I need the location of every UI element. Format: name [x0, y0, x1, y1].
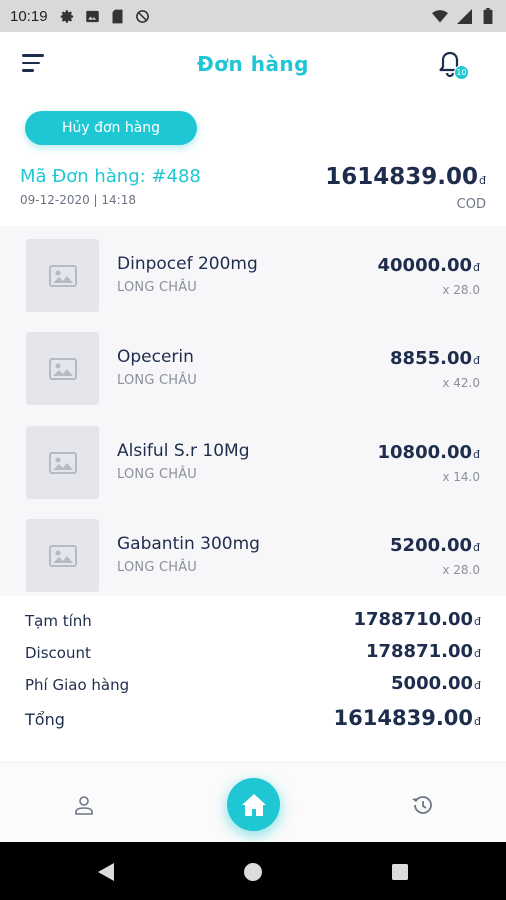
- notifications-button[interactable]: 10: [438, 50, 472, 84]
- order-total: 1614839.00đ: [325, 164, 486, 190]
- shipping-row: Phí Giao hàng 5000.00đ: [25, 670, 481, 702]
- nav-profile[interactable]: [64, 785, 104, 825]
- bottom-navigation: [0, 762, 506, 842]
- product-thumbnail: [26, 426, 99, 499]
- product-quantity: x 42.0: [442, 376, 480, 390]
- currency-symbol: đ: [479, 174, 486, 187]
- product-name: Dinpocef 200mg: [117, 254, 258, 274]
- image-placeholder-icon: [48, 264, 77, 287]
- product-brand: LONG CHÂU: [117, 373, 198, 388]
- battery-icon: [480, 8, 496, 24]
- product-price: 10800.00đ: [377, 442, 481, 463]
- product-thumbnail: [26, 519, 99, 592]
- signal-icon: [456, 8, 472, 24]
- image-placeholder-icon: [48, 357, 77, 380]
- payment-method: COD: [456, 197, 486, 212]
- product-name: Gabantin 300mg: [117, 534, 260, 554]
- notification-badge: 10: [454, 65, 469, 80]
- system-back-button[interactable]: [94, 860, 118, 884]
- recents-icon: [392, 864, 408, 880]
- subtotal-row: Tạm tính 1788710.00đ: [25, 606, 481, 638]
- cancel-order-button[interactable]: Hủy đơn hàng: [25, 111, 197, 145]
- status-bar: 10:19: [0, 0, 506, 32]
- list-item[interactable]: Opecerin LONG CHÂU 8855.00đ x 42.0: [0, 326, 506, 416]
- app-header: Đơn hàng 10: [0, 32, 506, 100]
- subtotal-label: Tạm tính: [25, 612, 92, 630]
- subtotal-value: 1788710.00đ: [353, 609, 481, 630]
- history-icon: [412, 796, 432, 814]
- nav-history[interactable]: [402, 785, 442, 825]
- total-row: Tổng 1614839.00đ: [25, 702, 481, 734]
- order-code: Mã Đơn hàng: #488: [20, 166, 201, 187]
- product-price: 5200.00đ: [390, 535, 480, 556]
- image-placeholder-icon: [48, 451, 77, 474]
- home-icon: [241, 793, 266, 816]
- sd-card-icon: [110, 8, 126, 24]
- product-thumbnail: [26, 332, 99, 405]
- product-name: Opecerin: [117, 347, 194, 367]
- product-thumbnail: [26, 239, 99, 312]
- page-title: Đơn hàng: [197, 52, 309, 76]
- do-not-disturb-icon: [135, 8, 151, 24]
- image-placeholder-icon: [48, 544, 77, 567]
- product-quantity: x 14.0: [442, 470, 480, 484]
- wifi-icon: [432, 8, 448, 24]
- status-time: 10:19: [10, 7, 48, 25]
- list-item[interactable]: Dinpocef 200mg LONG CHÂU 40000.00đ x 28.…: [0, 233, 506, 323]
- total-label: Tổng: [25, 710, 65, 729]
- home-circle-icon: [244, 863, 262, 881]
- shipping-value: 5000.00đ: [391, 673, 481, 694]
- product-price: 8855.00đ: [390, 348, 480, 369]
- discount-row: Discount 178871.00đ: [25, 638, 481, 670]
- shipping-label: Phí Giao hàng: [25, 676, 130, 694]
- order-date: 09-12-2020 | 14:18: [20, 193, 136, 207]
- system-home-button[interactable]: [241, 860, 265, 884]
- home-button[interactable]: [227, 778, 280, 831]
- product-brand: LONG CHÂU: [117, 280, 198, 295]
- list-item[interactable]: Gabantin 300mg LONG CHÂU 5200.00đ x 28.0: [0, 513, 506, 603]
- list-item[interactable]: Alsiful S.r 10Mg LONG CHÂU 10800.00đ x 1…: [0, 420, 506, 510]
- product-name: Alsiful S.r 10Mg: [117, 441, 250, 461]
- discount-label: Discount: [25, 644, 91, 662]
- settings-icon: [60, 8, 76, 24]
- total-value: 1614839.00đ: [333, 706, 481, 730]
- back-icon: [98, 863, 114, 881]
- order-info: Mã Đơn hàng: #488 09-12-2020 | 14:18 161…: [20, 164, 486, 216]
- photo-icon: [85, 8, 101, 24]
- product-quantity: x 28.0: [442, 563, 480, 577]
- product-brand: LONG CHÂU: [117, 560, 198, 575]
- order-items-list: Dinpocef 200mg LONG CHÂU 40000.00đ x 28.…: [0, 226, 506, 596]
- discount-value: 178871.00đ: [365, 641, 481, 662]
- product-brand: LONG CHÂU: [117, 467, 198, 482]
- system-navigation-bar: [0, 842, 506, 900]
- system-recents-button[interactable]: [388, 860, 412, 884]
- product-price: 40000.00đ: [377, 255, 481, 276]
- order-summary: Tạm tính 1788710.00đ Discount 178871.00đ…: [25, 606, 481, 734]
- product-quantity: x 28.0: [442, 283, 480, 297]
- user-icon: [75, 796, 93, 815]
